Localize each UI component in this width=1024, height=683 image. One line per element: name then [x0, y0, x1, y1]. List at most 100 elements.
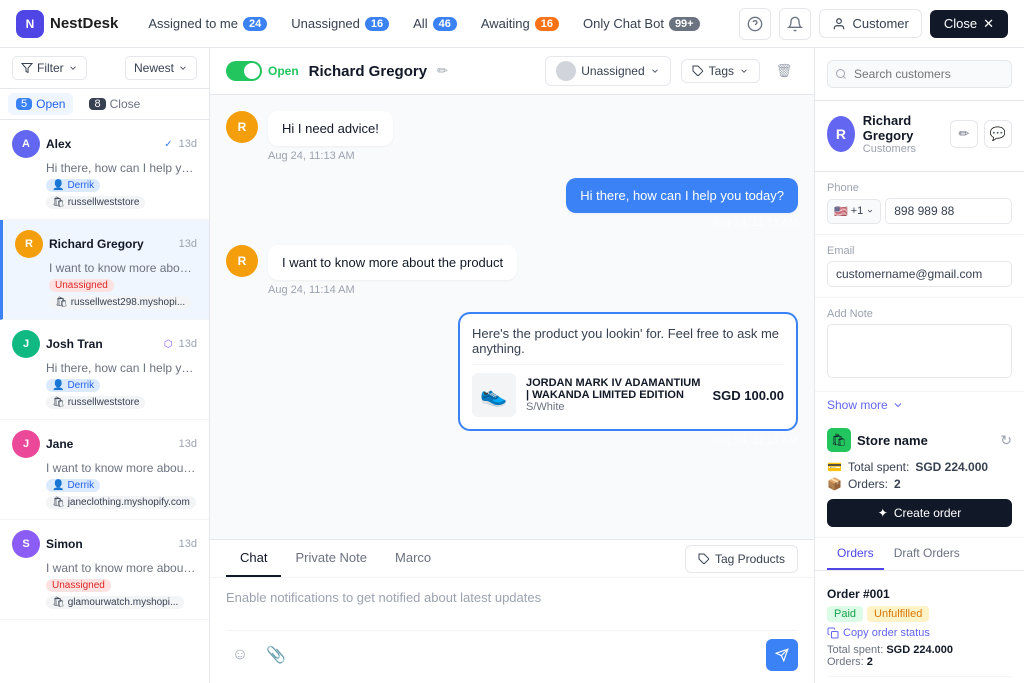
search-header — [815, 48, 1024, 101]
wallet-icon: 💳 — [827, 460, 842, 474]
email-section: Email — [815, 235, 1024, 298]
toggle-on[interactable] — [226, 61, 262, 81]
assign-dropdown[interactable]: Unassigned — [545, 56, 670, 86]
search-icon — [835, 68, 847, 80]
orders-icon: 📦 — [827, 477, 842, 491]
copy-order-status-button[interactable]: Copy order status — [827, 627, 1012, 639]
messages-area: R Hi I need advice! Aug 24, 11:13 AM Hi … — [210, 95, 814, 539]
message-bubble: Hi I need advice! — [268, 111, 393, 146]
product-card: Here's the product you lookin' for. Feel… — [460, 314, 796, 429]
tab-unassigned[interactable]: Unassigned 16 — [281, 10, 399, 37]
email-input[interactable] — [827, 261, 1012, 287]
main-layout: Filter Newest 5 Open 8 Close A — [0, 48, 1024, 683]
list-item: Order #002 Paid Unfulfilled — [827, 677, 1012, 683]
message-row: Here's the product you lookin' for. Feel… — [226, 312, 798, 447]
close-button[interactable]: Close ✕ — [930, 10, 1008, 38]
edit-icon[interactable]: ✏ — [437, 63, 448, 79]
tag-derrik: 👤 Derrik — [46, 379, 100, 392]
tags-dropdown[interactable]: Tags — [681, 59, 760, 83]
order-list: Order #001 Paid Unfulfilled Copy order s… — [815, 571, 1024, 683]
list-item[interactable]: J Josh Tran ⬡ 13d Hi there, how can I he… — [0, 320, 209, 420]
list-item[interactable]: J Jane 13d I want to know more about the… — [0, 420, 209, 520]
tab-awaiting[interactable]: Awaiting 16 — [471, 10, 569, 37]
create-order-button[interactable]: ✦ Create order — [827, 499, 1012, 527]
chat-input[interactable]: Enable notifications to get notified abo… — [226, 590, 798, 630]
notification-icon[interactable] — [779, 8, 811, 40]
chat-input-area: Enable notifications to get notified abo… — [210, 578, 814, 683]
input-toolbar: ☺ 📎 — [226, 630, 798, 671]
tag-derrik: 👤 Derrik — [46, 179, 100, 192]
attachment-icon[interactable]: 📎 — [262, 641, 290, 669]
status-toggle[interactable]: Open — [226, 61, 299, 81]
chat-item-header: S Simon 13d — [12, 530, 197, 558]
avatar: J — [12, 330, 40, 358]
chat-item-header: A Alex ✓ 13d — [12, 130, 197, 158]
tab-assigned-to-me[interactable]: Assigned to me 24 — [138, 10, 277, 37]
message-profile-button[interactable]: 💬 — [984, 120, 1012, 148]
chat-input-tabs: Chat Private Note Marco Tag Products — [210, 539, 814, 578]
tab-all[interactable]: All 46 — [403, 10, 467, 37]
help-icon[interactable] — [739, 8, 771, 40]
assign-avatar — [556, 61, 576, 81]
list-item[interactable]: A Alex ✓ 13d Hi there, how can I help yo… — [0, 120, 209, 220]
message-row: Hi there, how can I help you today? Aug … — [226, 178, 798, 229]
sidebar: Filter Newest 5 Open 8 Close A — [0, 48, 210, 683]
list-item[interactable]: S Simon 13d I want to know more about th… — [0, 520, 209, 620]
phone-section: Phone 🇺🇸 +1 — [815, 172, 1024, 235]
tab-orders[interactable]: Orders — [827, 538, 884, 570]
avatar: J — [12, 430, 40, 458]
open-tab[interactable]: 5 Open — [8, 93, 73, 115]
copy-icon — [827, 627, 839, 639]
sidebar-header: Filter Newest — [0, 48, 209, 89]
filter-button[interactable]: Filter — [12, 56, 87, 80]
newest-sort-button[interactable]: Newest — [125, 56, 197, 80]
chat-tags: 👤 Derrik 🛍 janeclothing.myshopify.com — [46, 479, 197, 509]
chat-panel-header: Open Richard Gregory ✏ Unassigned Tags 🗑 — [210, 48, 814, 95]
tag-derrik: 👤 Derrik — [46, 479, 100, 492]
list-item: Order #001 Paid Unfulfilled Copy order s… — [827, 579, 1012, 677]
note-section: Add Note — [815, 298, 1024, 392]
tab-marco[interactable]: Marco — [381, 540, 445, 577]
chat-item-header: R Richard Gregory 13d — [15, 230, 197, 258]
show-more-button[interactable]: Show more — [815, 392, 1024, 418]
search-input[interactable] — [827, 60, 1012, 88]
delete-button[interactable]: 🗑 — [770, 57, 798, 85]
store-icon: 🛍 — [827, 428, 851, 452]
close-tab[interactable]: 8 Close — [81, 93, 148, 115]
chat-tags: Unassigned 🛍 glamourwatch.myshopi... — [46, 579, 197, 609]
country-code-dropdown[interactable]: 🇺🇸 +1 — [827, 199, 881, 224]
chevron-down-icon — [866, 207, 874, 215]
nav-actions: Customer Close ✕ — [739, 8, 1008, 40]
customer-profile: R Richard Gregory Customers ✏ 💬 — [815, 101, 1024, 172]
edit-profile-button[interactable]: ✏ — [950, 120, 978, 148]
verified-icon: ✓ — [164, 139, 172, 150]
status-badge: Paid — [827, 606, 863, 622]
send-button[interactable] — [766, 639, 798, 671]
refresh-button[interactable]: ↻ — [1000, 432, 1012, 449]
avatar: A — [12, 130, 40, 158]
avatar: R — [15, 230, 43, 258]
tab-chat[interactable]: Chat — [226, 540, 281, 577]
list-item[interactable]: R Richard Gregory 13d I want to know mor… — [0, 220, 209, 320]
customer-button[interactable]: Customer — [819, 9, 921, 38]
emoji-icon[interactable]: ☺ — [226, 641, 254, 669]
store-section: 🛍 Store name ↻ 💳 Total spent: SGD 224.00… — [815, 418, 1024, 538]
chat-item-header: J Jane 13d — [12, 430, 197, 458]
profile-actions: ✏ 💬 — [950, 120, 1012, 148]
tab-chatbot[interactable]: Only Chat Bot 99+ — [573, 10, 710, 37]
tag-store: 🛍 janeclothing.myshopify.com — [46, 496, 196, 509]
open-close-tabs: 5 Open 8 Close — [0, 89, 209, 120]
tab-draft-orders[interactable]: Draft Orders — [884, 538, 970, 570]
phone-input[interactable] — [885, 198, 1012, 224]
tag-unassigned: Unassigned — [46, 579, 111, 592]
tag-products-button[interactable]: Tag Products — [685, 545, 798, 573]
message-row: R Hi I need advice! Aug 24, 11:13 AM — [226, 111, 798, 162]
top-navigation: N NestDesk Assigned to me 24 Unassigned … — [0, 0, 1024, 48]
chat-tags: 👤 Derrik 🛍 russellweststore — [46, 379, 197, 409]
message-row: R I want to know more about the product … — [226, 245, 798, 296]
tab-private-note[interactable]: Private Note — [281, 540, 381, 577]
app-logo: N NestDesk — [16, 10, 118, 38]
chat-tags: 👤 Derrik 🛍 russellweststore — [46, 179, 197, 209]
tag-store: 🛍 glamourwatch.myshopi... — [46, 596, 184, 609]
note-input[interactable] — [827, 324, 1012, 378]
